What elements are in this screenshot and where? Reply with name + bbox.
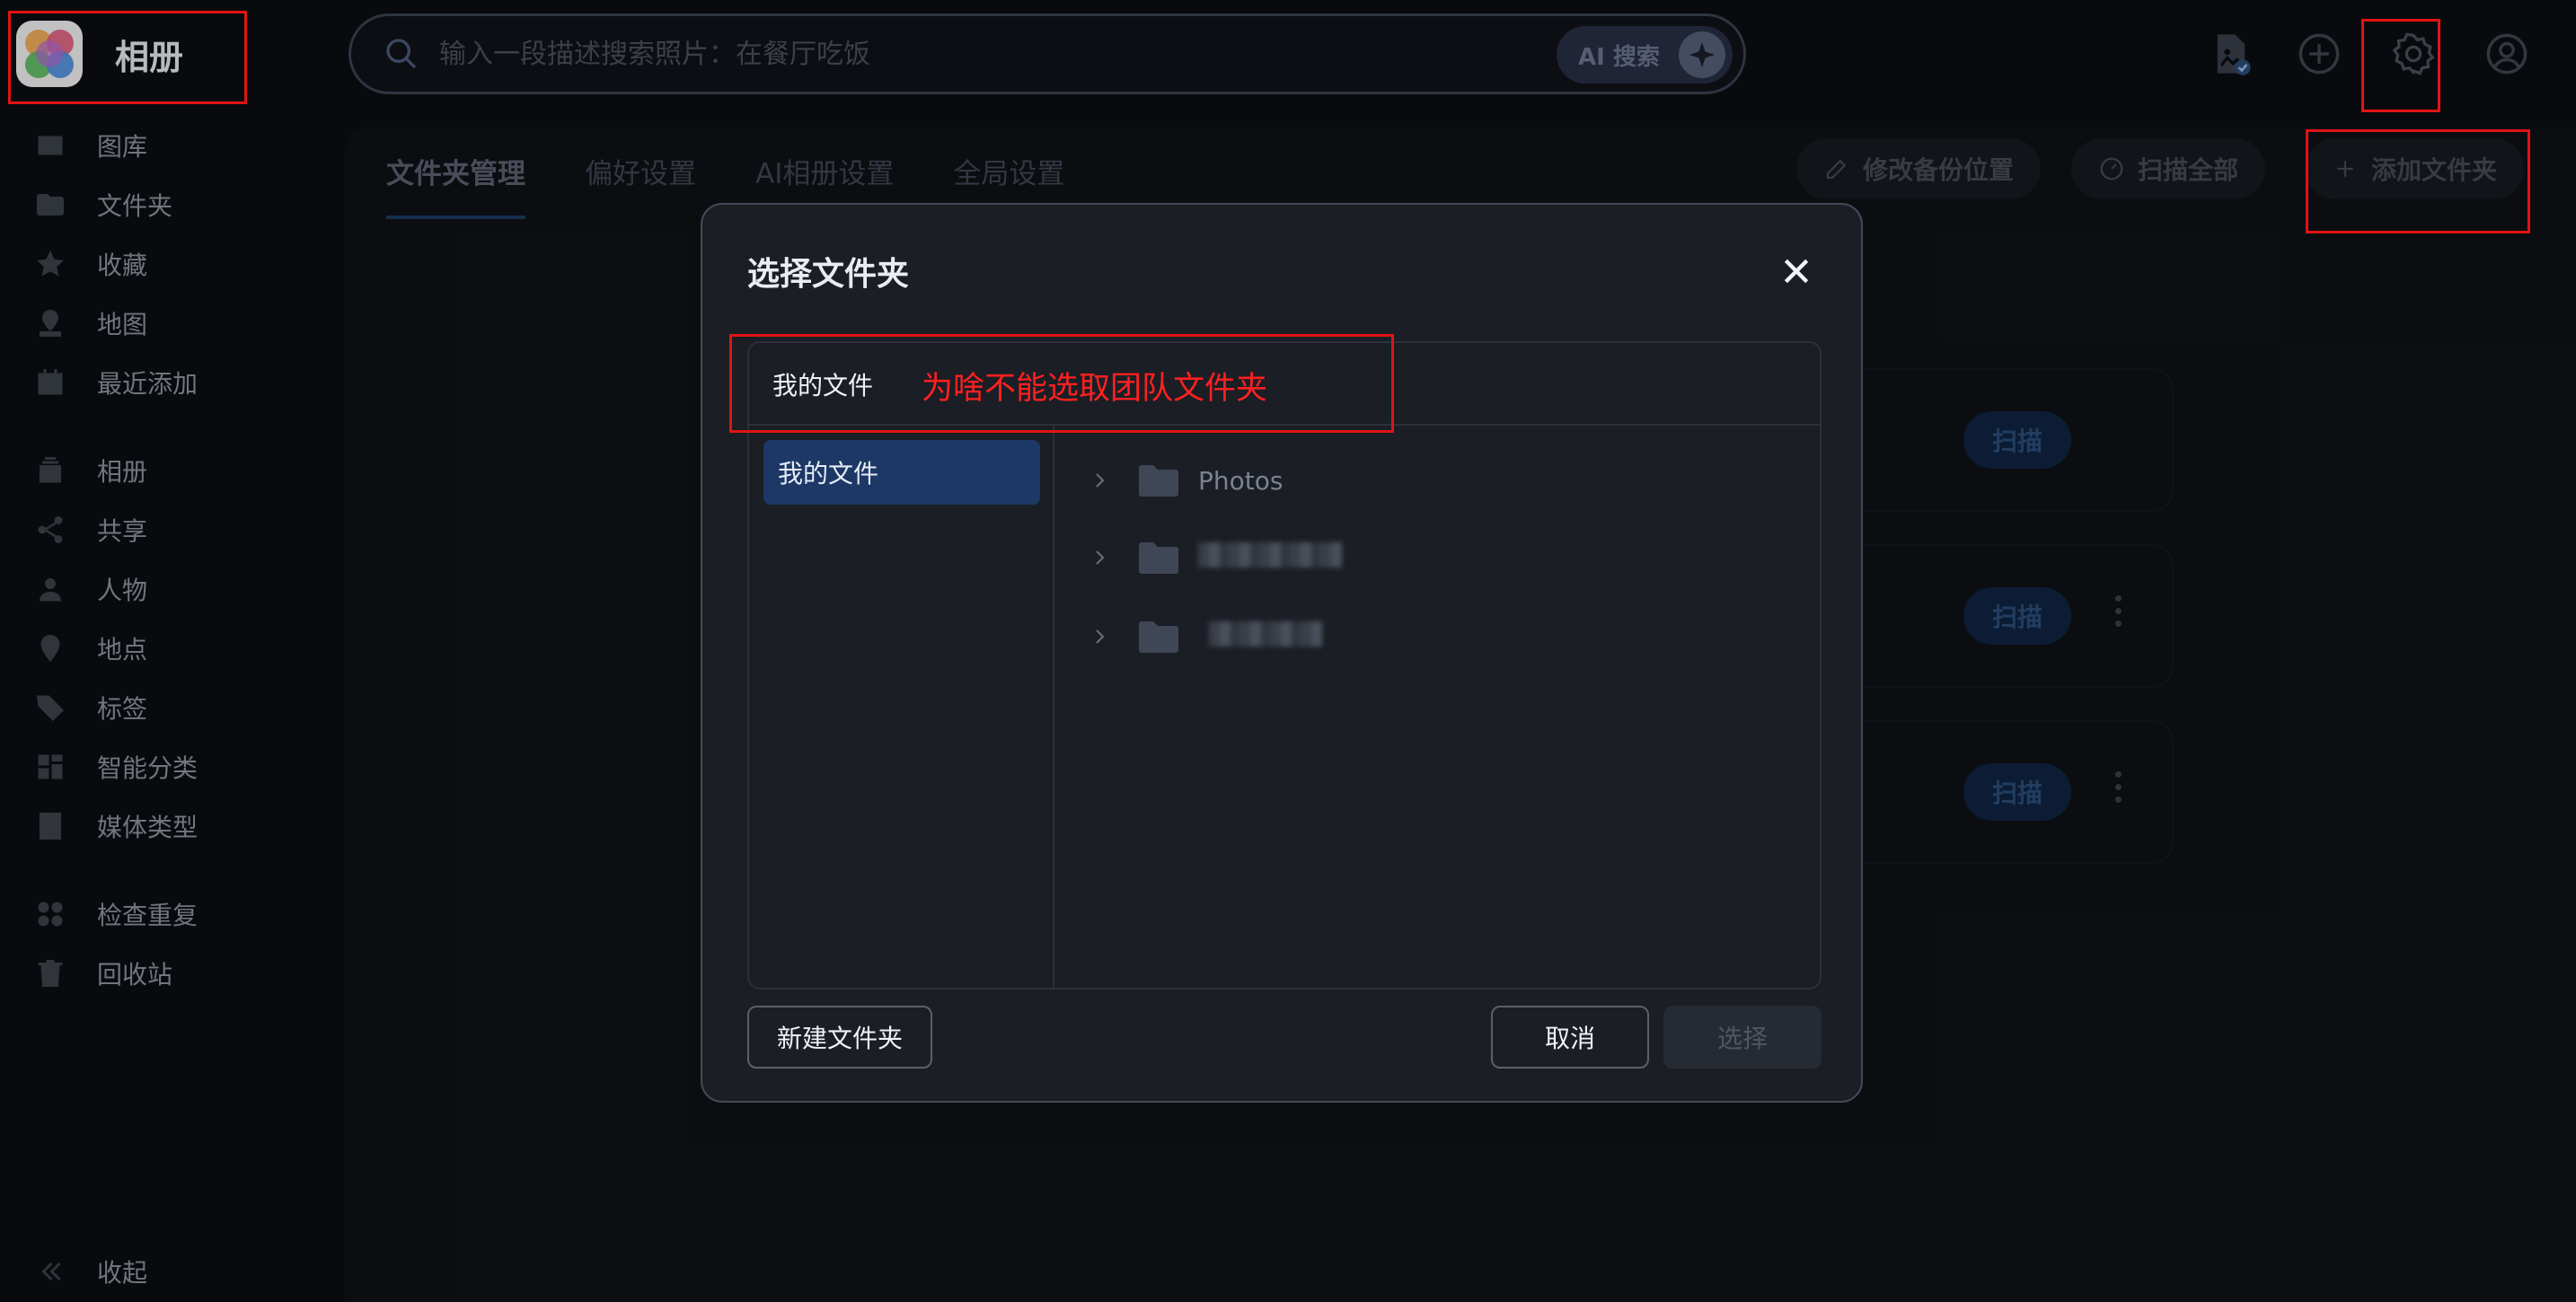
breadcrumb[interactable]: 我的文件 (772, 366, 873, 402)
select-folder-dialog: 选择文件夹 我的文件 为啥不能选取团队文件夹 我的文件 Photos 新建文件夹… (701, 203, 1863, 1103)
dialog-title: 选择文件夹 (747, 256, 910, 293)
select-button[interactable]: 选择 (1663, 1006, 1822, 1069)
folder-row[interactable] (1054, 598, 1822, 675)
chevron-right-icon[interactable] (1089, 626, 1110, 647)
source-list: 我的文件 (749, 426, 1054, 990)
folder-row[interactable] (1054, 519, 1822, 596)
close-icon[interactable] (1778, 253, 1814, 289)
source-item-my-files[interactable]: 我的文件 (763, 440, 1040, 505)
chevron-right-icon[interactable] (1089, 470, 1110, 491)
cancel-button[interactable]: 取消 (1491, 1006, 1649, 1069)
folder-icon (1139, 542, 1178, 574)
folder-name: Photos (1198, 465, 1284, 496)
folder-name-redacted (1198, 620, 1322, 653)
folder-picker: 我的文件 为啥不能选取团队文件夹 我的文件 Photos (747, 341, 1822, 990)
folder-row[interactable]: Photos (1054, 442, 1822, 519)
chevron-right-icon[interactable] (1089, 547, 1110, 568)
new-folder-button[interactable]: 新建文件夹 (747, 1006, 932, 1069)
picker-header: 我的文件 为啥不能选取团队文件夹 (749, 343, 1820, 426)
folder-name-redacted (1198, 541, 1342, 574)
annotation-text: 为啥不能选取团队文件夹 (922, 371, 1268, 407)
folder-icon (1139, 465, 1178, 497)
folder-icon (1139, 621, 1178, 653)
